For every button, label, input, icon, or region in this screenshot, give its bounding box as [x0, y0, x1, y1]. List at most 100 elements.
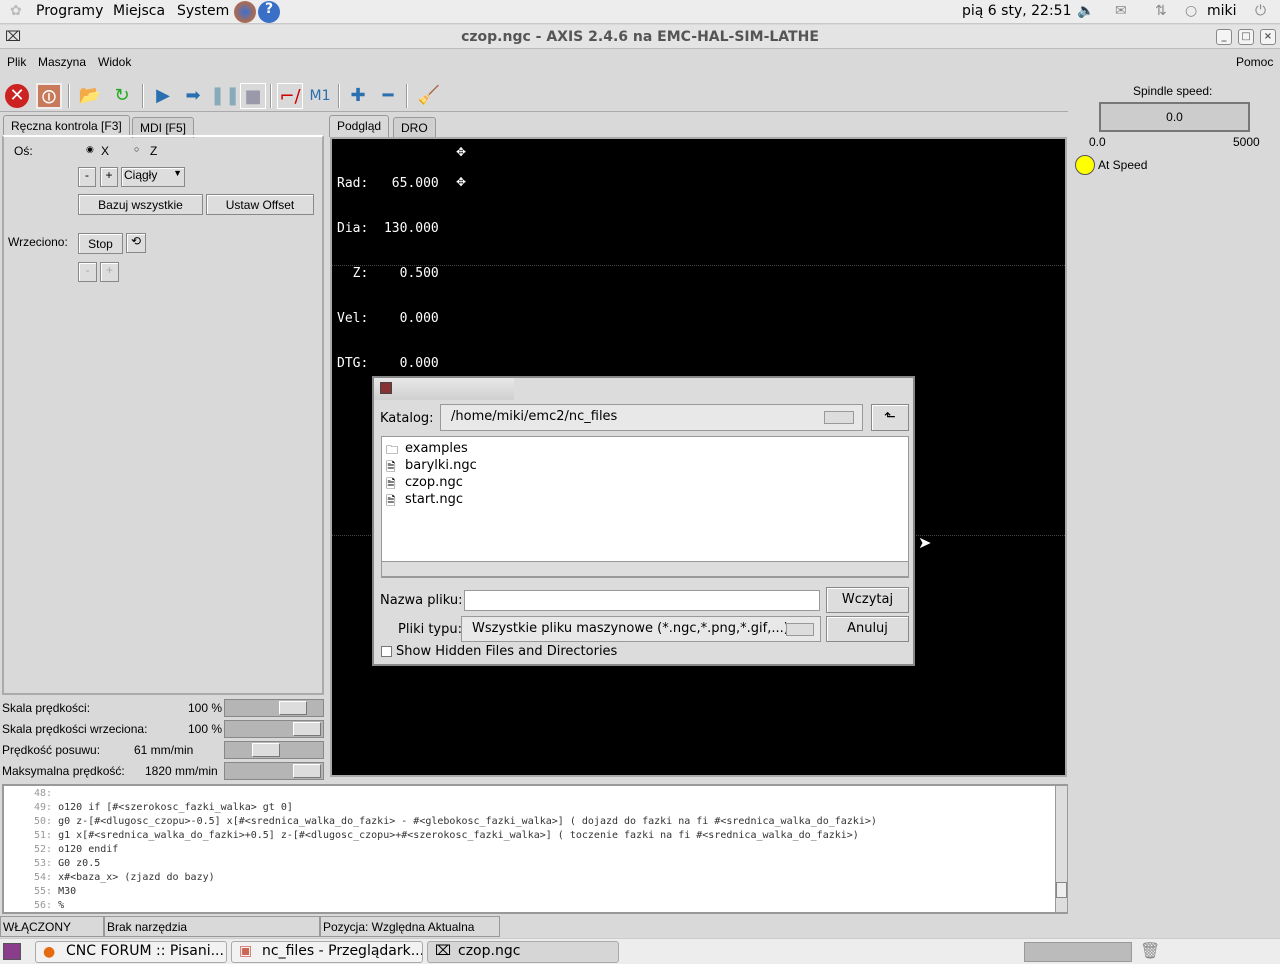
- taskbar-item-firefox[interactable]: ● CNC FORUM :: Pisani...: [35, 941, 227, 963]
- firefox-icon[interactable]: [234, 1, 256, 23]
- spindle-reverse-icon[interactable]: ⟲: [126, 233, 146, 253]
- scrollbar-thumb[interactable]: [1056, 882, 1067, 898]
- gcode-line[interactable]: 50: g0 z-[#<dlugosc_czopu>-0.5] x[#<sred…: [10, 816, 1066, 830]
- taskbar-item-axis[interactable]: ⌧ czop.ngc: [427, 941, 619, 963]
- zoom-in-icon[interactable]: ✚: [345, 83, 371, 109]
- menu-programy[interactable]: Programy: [36, 3, 103, 19]
- menu-miejsca[interactable]: Miejsca: [113, 3, 165, 19]
- slider-value: 100 %: [188, 722, 223, 736]
- jog-speed-slider[interactable]: [224, 741, 324, 759]
- pause-icon[interactable]: ❚❚: [210, 83, 240, 109]
- stop-icon[interactable]: ■: [240, 83, 266, 109]
- gcode-line[interactable]: 48:: [10, 788, 1066, 802]
- slider-thumb[interactable]: [252, 743, 281, 757]
- trash-icon[interactable]: 🗑: [1140, 941, 1160, 960]
- network-icon[interactable]: ⇅: [1155, 3, 1167, 19]
- spindle-speed-value: 0.0: [1099, 102, 1250, 132]
- feed-override-slider[interactable]: [224, 699, 324, 717]
- menu-widok[interactable]: Widok: [98, 55, 131, 69]
- open-file-dialog: Katalog: /home/miki/emc2/nc_files ⬑ 🗀 exa…: [372, 376, 915, 666]
- spindle-faster-button[interactable]: +: [100, 262, 119, 282]
- slider-thumb[interactable]: [279, 701, 308, 715]
- open-button[interactable]: Wczytaj: [826, 587, 909, 613]
- tab-manual[interactable]: Ręczna kontrola [F3]: [3, 115, 130, 137]
- spindle-slower-button[interactable]: -: [78, 262, 97, 282]
- power-icon[interactable]: ⏻: [1255, 3, 1266, 19]
- taskbar-label: czop.ngc: [458, 943, 521, 959]
- menu-plik[interactable]: Plik: [7, 55, 26, 69]
- jog-minus-button[interactable]: -: [78, 167, 96, 187]
- jog-mode-value: Ciągły: [124, 168, 158, 182]
- help-icon[interactable]: ?: [258, 1, 280, 23]
- menu-maszyna[interactable]: Maszyna: [38, 55, 86, 69]
- filetype-select[interactable]: Wszystkie pliku maszynowe (*.ngc,*.png,*…: [461, 616, 821, 642]
- spindle-speed-label: Spindle speed:: [1133, 84, 1213, 98]
- slider-thumb[interactable]: [293, 722, 321, 736]
- directory-select[interactable]: /home/miki/emc2/nc_files: [440, 404, 863, 431]
- line-text: %: [58, 900, 65, 911]
- step-icon[interactable]: ➡: [180, 83, 206, 109]
- zoom-out-icon[interactable]: ━: [375, 83, 401, 109]
- slider-value: 61 mm/min: [134, 743, 194, 757]
- taskbar-label: CNC FORUM :: Pisani...: [66, 943, 224, 959]
- gcode-line[interactable]: 55: M30: [10, 886, 1066, 900]
- minimize-button[interactable]: _: [1216, 29, 1232, 45]
- maximize-button[interactable]: □: [1238, 29, 1254, 45]
- file-list-hscrollbar[interactable]: [381, 561, 909, 577]
- file-list-item[interactable]: 🗎 barylki.ngc: [382, 457, 908, 474]
- line-text: o120 endif: [58, 844, 119, 855]
- volume-icon[interactable]: 🔈: [1077, 3, 1094, 19]
- show-hidden-checkbox[interactable]: [381, 646, 392, 657]
- home-all-button[interactable]: Bazuj wszystkie: [78, 194, 203, 215]
- slider-thumb[interactable]: [293, 764, 321, 778]
- gcode-line[interactable]: 49: o120 if [#<szerokosc_fazki_walka> gt…: [10, 802, 1066, 816]
- file-list[interactable]: 🗀 examples 🗎 barylki.ngc 🗎 czop.ngc 🗎 start.ngc: [381, 436, 909, 578]
- axis-z-radio[interactable]: ○: [134, 144, 139, 154]
- tab-dro[interactable]: DRO: [393, 117, 436, 138]
- user-name[interactable]: miki: [1207, 3, 1237, 19]
- estop-icon[interactable]: ✕: [5, 84, 29, 108]
- filename-input[interactable]: [464, 590, 820, 611]
- menu-system[interactable]: System: [177, 3, 229, 19]
- grid-line: [332, 265, 1065, 266]
- spindle-override-slider[interactable]: [224, 720, 324, 738]
- mouse-cursor-icon: ➤: [918, 533, 932, 552]
- axis-x-radio[interactable]: ◉: [86, 144, 94, 155]
- jog-mode-select[interactable]: Ciągły ▼: [121, 167, 185, 187]
- dialog-menu-icon[interactable]: [380, 382, 392, 394]
- gcode-scrollbar[interactable]: [1055, 786, 1067, 912]
- block-delete-icon[interactable]: ⌐/: [277, 83, 303, 109]
- file-list-item[interactable]: 🗎 start.ngc: [382, 491, 908, 508]
- max-velocity-slider[interactable]: [224, 762, 324, 780]
- gcode-listing[interactable]: 48: 49: o120 if [#<szerokosc_fazki_walka…: [2, 784, 1068, 914]
- run-icon[interactable]: ▶: [150, 83, 176, 109]
- taskbar-item-file-browser[interactable]: ▣ nc_files - Przeglądark...: [231, 941, 423, 963]
- file-list-item[interactable]: 🗎 czop.ngc: [382, 474, 908, 491]
- parent-directory-button[interactable]: ⬑: [871, 404, 909, 431]
- reload-icon[interactable]: ↻: [109, 83, 135, 109]
- show-desktop-icon[interactable]: [3, 943, 21, 960]
- gcode-line[interactable]: 56: %: [10, 900, 1066, 914]
- dro-overlay: Rad: 65.000 Dia: 130.000 Z: 0.500 Vel: 0…: [337, 146, 439, 401]
- gcode-line[interactable]: 53: G0 z0.5: [10, 858, 1066, 872]
- menu-pomoc[interactable]: Pomoc: [1236, 55, 1273, 69]
- workspace-switcher[interactable]: [1024, 942, 1132, 962]
- spindle-label: Wrzeciono:: [8, 235, 68, 249]
- set-offset-button[interactable]: Ustaw Offset: [206, 194, 314, 215]
- gcode-line[interactable]: 51: g1 x[#<srednica_walka_do_fazki>+0.5]…: [10, 830, 1066, 844]
- gcode-line[interactable]: 52: o120 endif: [10, 844, 1066, 858]
- optional-stop-icon[interactable]: M1: [307, 83, 333, 109]
- clear-plot-icon[interactable]: 🧹: [416, 83, 442, 109]
- mail-icon[interactable]: ✉: [1115, 3, 1127, 19]
- file-list-item[interactable]: 🗀 examples: [382, 440, 908, 457]
- power-button-icon[interactable]: ⏼: [36, 83, 62, 109]
- jog-plus-button[interactable]: +: [100, 167, 118, 187]
- dro-vel: Vel: 0.000: [337, 311, 439, 326]
- tab-preview[interactable]: Podgląd: [329, 115, 390, 137]
- spindle-stop-button[interactable]: Stop: [78, 233, 123, 254]
- close-button[interactable]: ×: [1260, 29, 1276, 45]
- clock[interactable]: pią 6 sty, 22:51: [962, 3, 1071, 19]
- gcode-line[interactable]: 54: x#<baza_x> (zjazd do bazy): [10, 872, 1066, 886]
- open-folder-icon[interactable]: 📂: [77, 83, 103, 109]
- cancel-button[interactable]: Anuluj: [826, 616, 909, 642]
